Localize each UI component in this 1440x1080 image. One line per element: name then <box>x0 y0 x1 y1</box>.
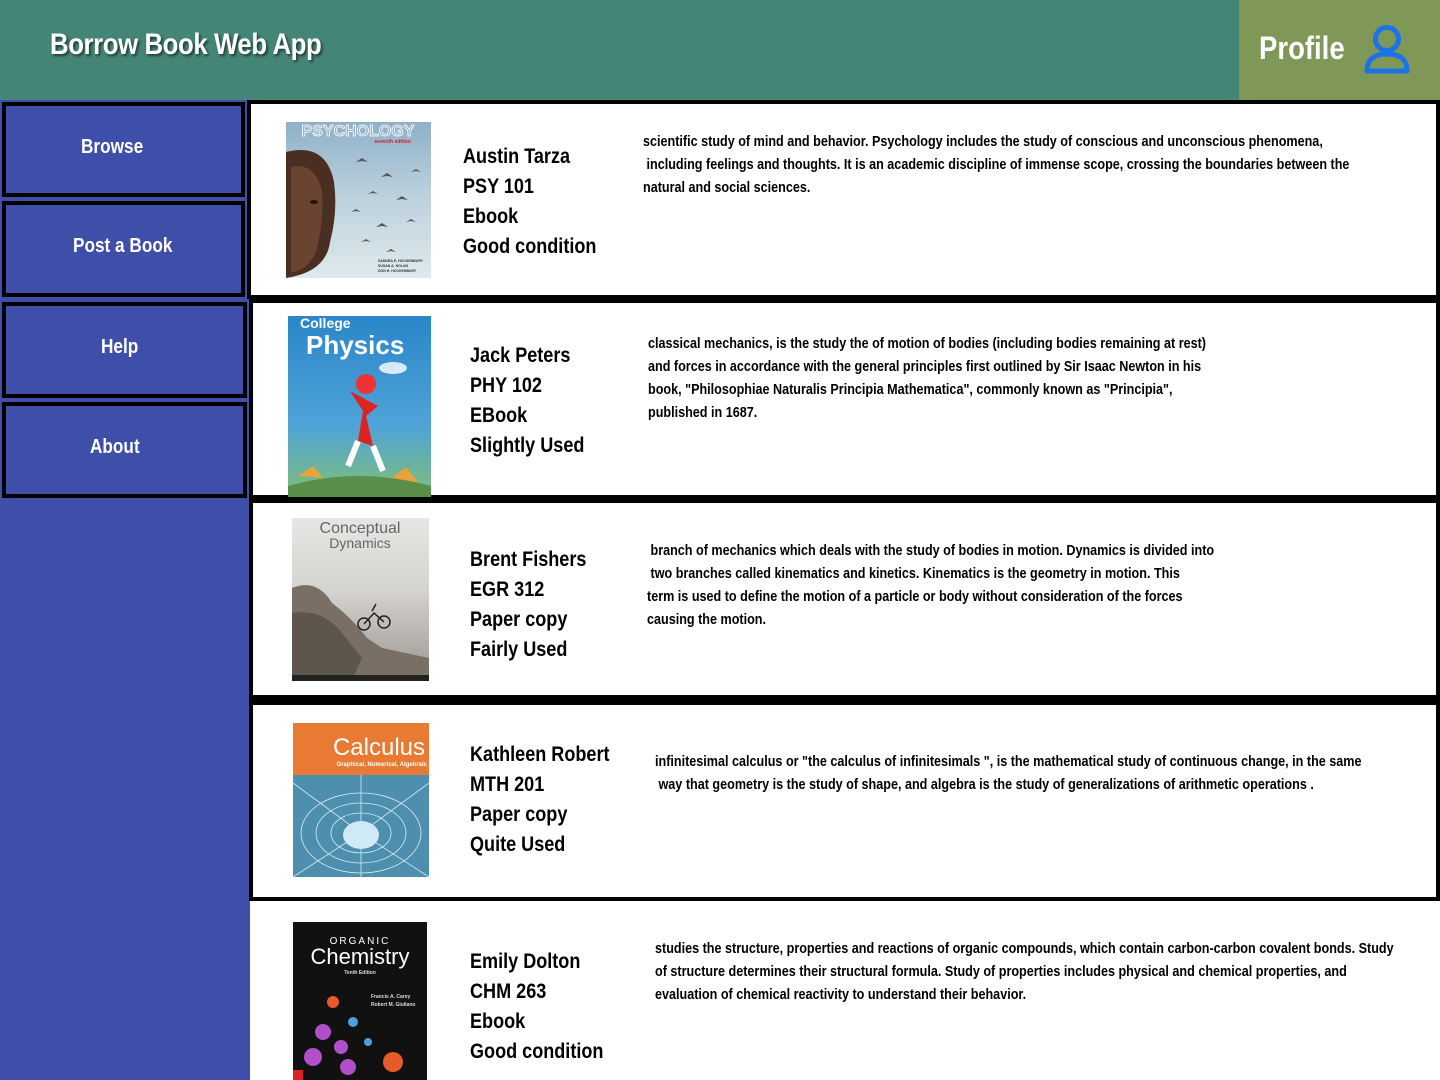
calculus-cover-art: Calculus Graphical, Numerical, Algebraic <box>293 734 429 877</box>
book-meta: Brent Fishers EGR 312 Paper copy Fairly … <box>470 545 586 665</box>
book-owner: Brent Fishers <box>470 548 587 571</box>
book-owner: Emily Dolton <box>470 950 581 973</box>
book-condition: Good condition <box>463 235 597 258</box>
book-description: scientific study of mind and behavior. P… <box>643 133 1350 196</box>
chemistry-cover-art: ORGANIC Chemistry Tenth Edition Francis … <box>293 936 415 1080</box>
book-description: classical mechanics, is the study the of… <box>648 335 1207 421</box>
svg-text:Tenth Edition: Tenth Edition <box>344 970 376 976</box>
book-course: EGR 312 <box>470 578 545 601</box>
svg-text:Francis A. Carey: Francis A. Carey <box>371 994 410 1000</box>
book-owner: Jack Peters <box>470 344 571 367</box>
book-course: CHM 263 <box>470 980 547 1003</box>
book-course: MTH 201 <box>470 773 545 796</box>
book-description: branch of mechanics which deals with the… <box>647 542 1215 628</box>
svg-text:Physics: Physics <box>306 330 404 360</box>
book-condition: Good condition <box>470 1040 604 1063</box>
book-condition: Fairly Used <box>470 638 568 661</box>
book-format: Paper copy <box>470 803 568 826</box>
book-meta: Austin Tarza PSY 101 Ebook Good conditio… <box>463 142 596 262</box>
sidebar-item-browse[interactable]: Browse <box>2 102 245 197</box>
cover-title: PSYCHOLOGY <box>302 123 415 140</box>
profile-button[interactable]: Profile <box>1239 0 1440 100</box>
svg-text:DON H. HOCKENBURY: DON H. HOCKENBURY <box>378 269 417 273</box>
book-cover-physics: College Physics <box>288 316 431 497</box>
sidebar-item-about[interactable]: About <box>2 402 247 498</box>
svg-text:SANDRA E. HOCKENBURY: SANDRA E. HOCKENBURY <box>378 259 424 263</box>
user-icon <box>1364 25 1410 74</box>
book-card[interactable]: Conceptual Dynamics Brent Fishers EGR 31… <box>249 499 1440 701</box>
book-card[interactable]: College Physics Jack Peters PHY 102 EBoo… <box>249 297 1440 501</box>
book-cover-calculus: Calculus Graphical, Numerical, Algebraic <box>293 723 429 877</box>
svg-text:Graphical, Numerical, Algebrai: Graphical, Numerical, Algebraic <box>337 762 428 768</box>
book-meta: Emily Dolton CHM 263 Ebook Good conditio… <box>470 947 603 1067</box>
book-card[interactable]: ORGANIC Chemistry Tenth Edition Francis … <box>250 901 1440 1080</box>
svg-text:Chemistry: Chemistry <box>310 944 409 969</box>
profile-label: Profile <box>1259 30 1345 66</box>
book-description: studies the structure, properties and re… <box>655 940 1394 1003</box>
book-course: PSY 101 <box>463 175 534 198</box>
svg-text:Robert M. Giuliano: Robert M. Giuliano <box>371 1002 415 1008</box>
svg-text:seventh edition: seventh edition <box>374 139 411 145</box>
sidebar-item-label: Browse <box>81 136 144 158</box>
book-condition: Quite Used <box>470 833 566 856</box>
book-format: Paper copy <box>470 608 568 631</box>
cover-title: College <box>300 316 351 331</box>
book-cover-psychology: PSYCHOLOGY seventh edition SANDRA E. HOC… <box>286 122 431 278</box>
svg-text:SUSAN A. NOLAN: SUSAN A. NOLAN <box>378 264 408 268</box>
book-card[interactable]: PSYCHOLOGY seventh edition SANDRA E. HOC… <box>247 100 1440 299</box>
dynamics-cover-art: Conceptual Dynamics <box>292 520 429 681</box>
book-format: EBook <box>470 404 528 427</box>
app-header: Borrow Book Web App Profile <box>0 0 1440 100</box>
book-card[interactable]: Calculus Graphical, Numerical, Algebraic… <box>249 701 1440 901</box>
app-title: Borrow Book Web App <box>50 28 322 61</box>
sidebar-item-post-a-book[interactable]: Post a Book <box>2 201 245 297</box>
book-meta: Jack Peters PHY 102 EBook Slightly Used <box>470 341 584 461</box>
cover-title: Calculus <box>333 734 425 761</box>
sidebar-item-label: About <box>90 436 140 458</box>
book-cover-chemistry: ORGANIC Chemistry Tenth Edition Francis … <box>293 922 427 1080</box>
book-owner: Kathleen Robert <box>470 743 610 766</box>
sidebar-item-label: Help <box>101 336 139 358</box>
sidebar-item-label: Post a Book <box>73 235 173 257</box>
book-meta: Kathleen Robert MTH 201 Paper copy Quite… <box>470 740 609 860</box>
book-description: infinitesimal calculus or "the calculus … <box>655 753 1362 793</box>
book-format: Ebook <box>470 1010 526 1033</box>
sidebar-item-help[interactable]: Help <box>2 302 247 398</box>
book-course: PHY 102 <box>470 374 542 397</box>
book-cover-dynamics: Conceptual Dynamics <box>292 518 429 681</box>
physics-cover-art: College Physics <box>288 316 431 497</box>
svg-text:Dynamics: Dynamics <box>329 535 390 551</box>
book-owner: Austin Tarza <box>463 145 571 168</box>
book-condition: Slightly Used <box>470 434 585 457</box>
book-format: Ebook <box>463 205 519 228</box>
psychology-cover-art: PSYCHOLOGY seventh edition SANDRA E. HOC… <box>286 123 424 278</box>
